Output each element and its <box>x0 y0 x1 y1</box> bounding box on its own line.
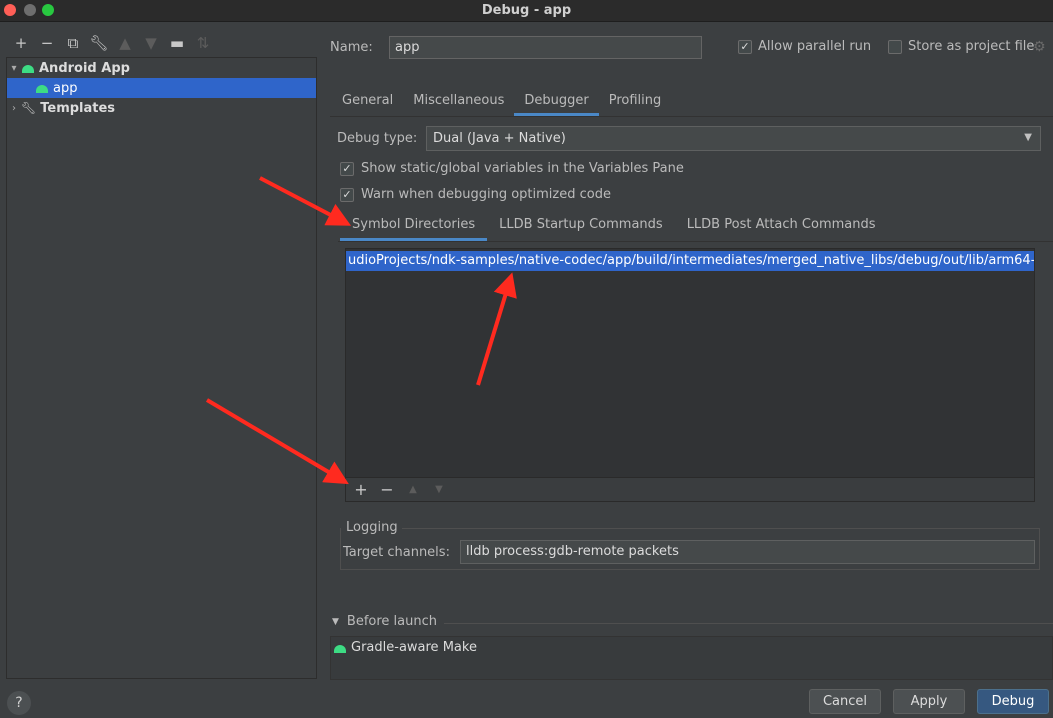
folder-icon[interactable]: ▬ <box>164 32 190 54</box>
tab-lldb-post-attach-commands[interactable]: LLDB Post Attach Commands <box>675 210 888 241</box>
debug-type-label: Debug type: <box>337 131 418 146</box>
move-up-icon[interactable]: ▲ <box>400 479 426 501</box>
target-channels-label: Target channels: <box>343 545 450 560</box>
logging-title: Logging <box>346 520 398 535</box>
help-button[interactable]: ? <box>7 691 31 715</box>
arrow-down-icon[interactable]: ▼ <box>138 32 164 54</box>
show-static-label: Show static/global variables in the Vari… <box>361 161 684 176</box>
before-launch-header[interactable]: ▼ Before launch <box>332 614 437 629</box>
config-toolbar: + − ⧉ 🔧︎ ▲ ▼ ▬ ⇅ <box>8 32 216 54</box>
main-tabs: General Miscellaneous Debugger Profiling <box>332 86 671 116</box>
debug-type-select[interactable]: Dual (Java + Native) ▼ <box>426 126 1041 151</box>
arrow-up-icon[interactable]: ▲ <box>112 32 138 54</box>
sort-icon[interactable]: ⇅ <box>190 32 216 54</box>
allow-parallel-label: Allow parallel run <box>758 39 872 54</box>
name-label: Name: <box>330 40 373 55</box>
tab-general[interactable]: General <box>332 86 403 116</box>
chevron-down-icon[interactable]: ▾ <box>7 63 21 74</box>
config-tree: ▾ Android App app › 🔧︎ Templates <box>6 57 317 679</box>
debug-type-value: Dual (Java + Native) <box>433 131 566 146</box>
tree-item-label: Android App <box>39 60 130 76</box>
before-launch-item[interactable]: Gradle-aware Make <box>333 640 477 655</box>
warn-optimized-checkbox[interactable]: ✓ Warn when debugging optimized code <box>340 187 611 202</box>
plus-icon[interactable]: + <box>8 32 34 54</box>
chevron-right-icon[interactable]: › <box>7 103 21 114</box>
tab-debugger[interactable]: Debugger <box>514 86 600 116</box>
dropdown-arrow-icon: ▼ <box>1024 132 1032 143</box>
tab-divider <box>330 116 1053 117</box>
gear-icon[interactable]: ⚙ <box>1033 39 1046 55</box>
tab-divider <box>338 241 1053 242</box>
android-icon <box>21 63 35 73</box>
before-launch-title: Before launch <box>346 614 438 629</box>
name-field[interactable]: app <box>389 36 702 59</box>
section-divider <box>444 623 1053 624</box>
wrench-icon: 🔧︎ <box>21 101 37 115</box>
minus-icon[interactable]: − <box>34 32 60 54</box>
debug-button[interactable]: Debug <box>977 689 1049 714</box>
tree-item-label: app <box>53 80 78 96</box>
cancel-button[interactable]: Cancel <box>809 689 881 714</box>
tab-miscellaneous[interactable]: Miscellaneous <box>403 86 514 116</box>
before-launch-item-label: Gradle-aware Make <box>351 640 477 655</box>
remove-icon[interactable]: − <box>374 479 400 501</box>
tab-symbol-directories[interactable]: Symbol Directories <box>340 210 488 241</box>
debugger-sub-tabs: Symbol Directories LLDB Startup Commands… <box>340 210 888 241</box>
group-border <box>402 528 1040 529</box>
tree-item-android-app[interactable]: ▾ Android App <box>7 58 316 78</box>
tree-item-templates[interactable]: › 🔧︎ Templates <box>7 98 316 118</box>
window-title: Debug - app <box>481 3 572 18</box>
symbol-directories-list[interactable]: udioProjects/ndk-samples/native-codec/ap… <box>345 248 1035 478</box>
target-channels-field[interactable]: lldb process:gdb-remote packets <box>460 540 1035 564</box>
tree-item-label: Templates <box>40 100 116 116</box>
list-item[interactable]: udioProjects/ndk-samples/native-codec/ap… <box>346 251 1034 271</box>
checkbox-checked-icon[interactable]: ✓ <box>340 161 354 176</box>
add-icon[interactable]: + <box>348 479 374 501</box>
android-icon <box>35 83 49 93</box>
store-label: Store as project file <box>908 39 1035 54</box>
wrench-icon[interactable]: 🔧︎ <box>86 32 112 54</box>
tab-lldb-startup-commands[interactable]: LLDB Startup Commands <box>487 210 675 241</box>
tree-item-app[interactable]: app <box>7 78 316 98</box>
show-static-variables-checkbox[interactable]: ✓ Show static/global variables in the Va… <box>340 161 684 176</box>
checkbox-checked-icon[interactable]: ✓ <box>340 187 354 202</box>
move-down-icon[interactable]: ▼ <box>426 479 452 501</box>
apply-button[interactable]: Apply <box>893 689 965 714</box>
chevron-down-icon[interactable]: ▼ <box>332 617 339 627</box>
warn-optimized-label: Warn when debugging optimized code <box>361 187 611 202</box>
copy-icon[interactable]: ⧉ <box>60 32 86 54</box>
store-as-project-file-checkbox[interactable]: Store as project file <box>888 39 1034 54</box>
checkbox-checked-icon[interactable]: ✓ <box>738 39 752 54</box>
title-bar: Debug - app <box>0 0 1053 22</box>
checkbox-unchecked-icon[interactable] <box>888 39 902 54</box>
android-icon <box>333 643 347 653</box>
tab-profiling[interactable]: Profiling <box>599 86 672 116</box>
symbol-list-toolbar: + − ▲ ▼ <box>345 478 1035 502</box>
allow-parallel-run-checkbox[interactable]: ✓ Allow parallel run <box>738 39 871 54</box>
